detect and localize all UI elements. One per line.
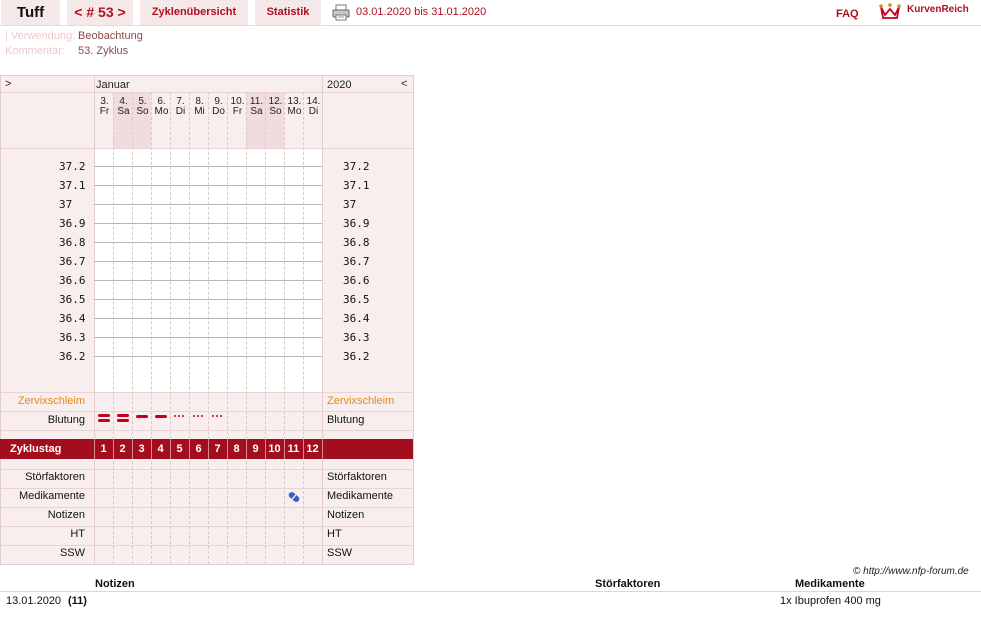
entry-medication: 1x Ibuprofen 400 mg — [780, 595, 881, 607]
entry-date: 13.01.2020 — [6, 595, 62, 607]
pill-icon[interactable] — [286, 489, 302, 505]
disturbance-label-right: Störfaktoren — [327, 471, 387, 483]
cycle-day-number: 11 — [287, 443, 300, 455]
day-header[interactable]: 13. Mo — [285, 97, 304, 117]
printer-icon[interactable] — [332, 4, 350, 21]
temp-label-right: 36.5 — [343, 293, 370, 306]
bleeding-medium-mark[interactable] — [155, 415, 167, 418]
temp-label-left: 36.6 — [59, 274, 86, 287]
medication-label-left: Medikamente — [18, 490, 85, 502]
temp-label-left: 36.3 — [59, 331, 86, 344]
day-header[interactable]: 4. Sa — [114, 97, 133, 117]
top-bar: Tuff < # 53 > Zyklenübersicht Statistik … — [0, 0, 981, 26]
cycle-day-number: 4 — [157, 443, 164, 455]
cycle-day-number: 7 — [214, 443, 221, 455]
bleeding-heavy-mark[interactable] — [98, 419, 110, 422]
date-range: 03.01.2020 bis 31.01.2020 — [356, 6, 487, 18]
ht-label-right: HT — [327, 528, 342, 540]
year-label: 2020 — [327, 79, 352, 91]
day-header[interactable]: 14. Di — [304, 97, 323, 117]
cycle-day-bar: Zyklustag 1 2 3 4 5 6 7 8 9 10 11 12 — [0, 439, 413, 459]
logo-text[interactable]: KurvenReich — [907, 4, 969, 15]
bleeding-medium-mark[interactable] — [136, 415, 148, 418]
temp-label-right: 37.2 — [343, 160, 370, 173]
temp-label-right: 36.3 — [343, 331, 370, 344]
day-header[interactable]: 9. Do — [209, 97, 228, 117]
notes-label-right: Notizen — [327, 509, 365, 521]
bleeding-light-mark[interactable] — [193, 415, 195, 417]
bleeding-light-mark[interactable] — [212, 415, 214, 417]
cycle-day-number: 6 — [195, 443, 202, 455]
comment-value: 53. Zyklus — [78, 45, 129, 57]
usage-value: Beobachtung — [78, 30, 143, 42]
day-header[interactable]: 3. Fr — [95, 97, 114, 117]
ssw-label-right: SSW — [327, 547, 353, 559]
bleeding-label-left: Blutung — [47, 414, 85, 426]
disturbance-label-left: Störfaktoren — [25, 471, 85, 483]
cycle-navigation-button[interactable]: < # 53 > — [67, 0, 133, 25]
crown-logo-icon[interactable] — [879, 1, 901, 21]
entry-cycle-day: (11) — [68, 595, 87, 607]
previous-cycle-arrow[interactable]: > — [5, 78, 11, 90]
bleeding-heavy-mark[interactable] — [98, 414, 110, 417]
temp-label-right: 36.8 — [343, 236, 370, 249]
bleeding-light-mark[interactable] — [174, 415, 176, 417]
notes-label-left: Notizen — [47, 509, 85, 521]
day-header[interactable]: 12. So — [266, 97, 285, 117]
medication-column-header: Medikamente — [795, 578, 865, 590]
cycle-day-number: 9 — [252, 443, 259, 455]
disturbance-column-header: Störfaktoren — [595, 578, 661, 590]
notes-column-header: Notizen — [95, 578, 135, 590]
temp-label-left: 36.8 — [59, 236, 86, 249]
temp-label-right: 37 — [343, 198, 357, 211]
temp-label-right: 36.7 — [343, 255, 370, 268]
temp-label-left: 37 — [59, 198, 73, 211]
copyright-text[interactable]: © http://www.nfp-forum.de — [853, 566, 969, 577]
cervix-label-left: Zervixschleim — [17, 395, 85, 407]
day-header[interactable]: 8. Mi — [190, 97, 209, 117]
day-header[interactable]: 10. Fr — [228, 97, 247, 117]
bleeding-heavy-mark[interactable] — [117, 419, 129, 422]
ssw-label-left: SSW — [59, 547, 85, 559]
temp-label-left: 37.1 — [59, 179, 86, 192]
temp-label-left: 37.2 — [59, 160, 86, 173]
day-header[interactable]: 7. Di — [171, 97, 190, 117]
temp-label-right: 36.4 — [343, 312, 370, 325]
comment-label: Kommentar: — [5, 45, 65, 57]
cycle-day-label: Zyklustag — [10, 443, 62, 455]
cycle-day-number: 3 — [138, 443, 145, 455]
cycle-day-number: 12 — [306, 443, 319, 455]
cycle-day-number: 2 — [119, 443, 126, 455]
cervix-label-right: Zervixschleim — [327, 395, 395, 407]
next-cycle-arrow[interactable]: < — [401, 78, 407, 90]
cycle-day-number: 10 — [268, 443, 281, 455]
day-header[interactable]: 6. Mo — [152, 97, 171, 117]
faq-link[interactable]: FAQ — [836, 8, 859, 20]
profile-name-button[interactable]: Tuff — [1, 0, 60, 25]
cycle-chart: > Januar 2020 < 3. Fr 4. Sa 5. So 6. Mo 7. Di… — [0, 75, 414, 565]
month-label: Januar — [96, 79, 130, 91]
cycle-day-number: 8 — [233, 443, 240, 455]
ht-label-left: HT — [70, 528, 85, 540]
usage-label: | Verwendung: — [5, 30, 76, 42]
cycle-day-number: 1 — [100, 443, 107, 455]
temp-label-right: 36.2 — [343, 350, 370, 363]
temp-label-right: 37.1 — [343, 179, 370, 192]
temp-label-left: 36.5 — [59, 293, 86, 306]
cycle-day-number: 5 — [176, 443, 183, 455]
bleeding-heavy-mark[interactable] — [117, 414, 129, 417]
temp-label-left: 36.2 — [59, 350, 86, 363]
temp-label-right: 36.9 — [343, 217, 370, 230]
medication-label-right: Medikamente — [327, 490, 394, 502]
statistics-button[interactable]: Statistik — [255, 0, 321, 25]
temp-label-left: 36.7 — [59, 255, 86, 268]
day-header[interactable]: 11. Sa — [247, 97, 266, 117]
temp-label-right: 36.6 — [343, 274, 370, 287]
bleeding-label-right: Blutung — [327, 414, 365, 426]
cycle-overview-button[interactable]: Zyklenübersicht — [140, 0, 248, 25]
day-header[interactable]: 5. So — [133, 97, 152, 117]
temp-label-left: 36.9 — [59, 217, 86, 230]
temp-label-left: 36.4 — [59, 312, 86, 325]
